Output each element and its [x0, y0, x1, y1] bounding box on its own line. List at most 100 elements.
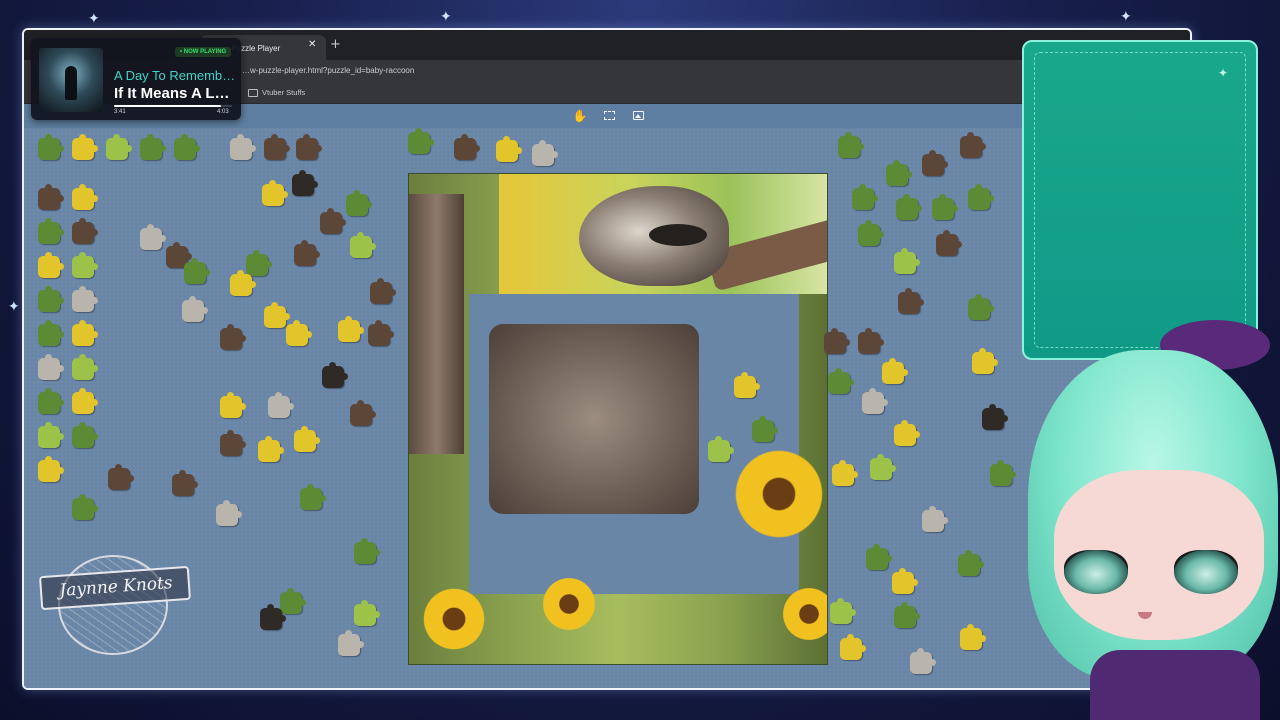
image-icon[interactable] [630, 108, 646, 124]
close-tab-icon[interactable]: ✕ [308, 39, 316, 50]
puzzle-piece[interactable] [106, 134, 132, 160]
puzzle-piece[interactable] [894, 420, 920, 446]
puzzle-piece[interactable] [354, 600, 380, 626]
puzzle-piece[interactable] [852, 184, 878, 210]
puzzle-piece[interactable] [182, 296, 208, 322]
puzzle-piece[interactable] [286, 320, 312, 346]
puzzle-piece[interactable] [830, 598, 856, 624]
puzzle-piece[interactable] [72, 494, 98, 520]
puzzle-piece[interactable] [982, 404, 1008, 430]
puzzle-piece[interactable] [886, 160, 912, 186]
puzzle-piece[interactable] [338, 316, 364, 342]
puzzle-piece[interactable] [280, 588, 306, 614]
puzzle-piece[interactable] [496, 136, 522, 162]
puzzle-piece[interactable] [894, 248, 920, 274]
puzzle-piece[interactable] [216, 500, 242, 526]
puzzle-piece[interactable] [408, 128, 434, 154]
bookmark-vtuber-stuffs[interactable]: Vtuber Stuffs [262, 88, 305, 97]
puzzle-piece[interactable] [230, 134, 256, 160]
puzzle-piece[interactable] [292, 170, 318, 196]
puzzle-piece[interactable] [258, 436, 284, 462]
puzzle-piece[interactable] [72, 320, 98, 346]
puzzle-piece[interactable] [968, 184, 994, 210]
puzzle-piece[interactable] [220, 430, 246, 456]
puzzle-piece[interactable] [990, 460, 1016, 486]
puzzle-piece[interactable] [72, 286, 98, 312]
puzzle-piece[interactable] [972, 348, 998, 374]
puzzle-piece[interactable] [894, 602, 920, 628]
puzzle-piece[interactable] [108, 464, 134, 490]
puzzle-piece[interactable] [368, 320, 394, 346]
puzzle-piece[interactable] [220, 324, 246, 350]
puzzle-piece[interactable] [338, 630, 364, 656]
puzzle-piece[interactable] [320, 208, 346, 234]
puzzle-piece[interactable] [294, 240, 320, 266]
puzzle-piece[interactable] [72, 184, 98, 210]
puzzle-piece[interactable] [184, 258, 210, 284]
puzzle-piece[interactable] [832, 460, 858, 486]
puzzle-piece[interactable] [858, 328, 884, 354]
puzzle-piece[interactable] [38, 422, 64, 448]
puzzle-piece[interactable] [38, 388, 64, 414]
puzzle-piece[interactable] [858, 220, 884, 246]
puzzle-piece[interactable] [38, 184, 64, 210]
puzzle-piece[interactable] [260, 604, 286, 630]
puzzle-piece[interactable] [752, 416, 778, 442]
puzzle-piece[interactable] [896, 194, 922, 220]
puzzle-piece[interactable] [892, 568, 918, 594]
puzzle-piece[interactable] [264, 302, 290, 328]
puzzle-piece[interactable] [960, 132, 986, 158]
puzzle-piece[interactable] [72, 388, 98, 414]
puzzle-piece[interactable] [838, 132, 864, 158]
puzzle-piece[interactable] [268, 392, 294, 418]
puzzle-piece[interactable] [220, 392, 246, 418]
puzzle-piece[interactable] [882, 358, 908, 384]
puzzle-piece[interactable] [350, 400, 376, 426]
puzzle-piece[interactable] [140, 224, 166, 250]
puzzle-piece[interactable] [922, 506, 948, 532]
puzzle-piece[interactable] [140, 134, 166, 160]
puzzle-piece[interactable] [828, 368, 854, 394]
puzzle-piece[interactable] [734, 372, 760, 398]
puzzle-piece[interactable] [532, 140, 558, 166]
puzzle-piece[interactable] [174, 134, 200, 160]
puzzle-piece[interactable] [350, 232, 376, 258]
puzzle-piece[interactable] [354, 538, 380, 564]
puzzle-piece[interactable] [866, 544, 892, 570]
puzzle-piece[interactable] [898, 288, 924, 314]
puzzle-piece[interactable] [72, 422, 98, 448]
puzzle-piece[interactable] [870, 454, 896, 480]
new-tab-button[interactable]: + [330, 37, 341, 52]
puzzle-piece[interactable] [246, 250, 272, 276]
puzzle-piece[interactable] [38, 252, 64, 278]
puzzle-piece[interactable] [230, 270, 256, 296]
puzzle-piece[interactable] [922, 150, 948, 176]
puzzle-piece[interactable] [840, 634, 866, 660]
puzzle-piece[interactable] [968, 294, 994, 320]
puzzle-piece[interactable] [72, 134, 98, 160]
puzzle-piece[interactable] [322, 362, 348, 388]
puzzle-piece[interactable] [300, 484, 326, 510]
puzzle-piece[interactable] [346, 190, 372, 216]
puzzle-piece[interactable] [862, 388, 888, 414]
puzzle-piece[interactable] [72, 354, 98, 380]
puzzle-piece[interactable] [72, 218, 98, 244]
puzzle-piece[interactable] [38, 286, 64, 312]
puzzle-piece[interactable] [932, 194, 958, 220]
puzzle-piece[interactable] [370, 278, 396, 304]
puzzle-piece[interactable] [910, 648, 936, 674]
puzzle-piece[interactable] [296, 134, 322, 160]
puzzle-piece[interactable] [38, 456, 64, 482]
select-icon[interactable] [601, 108, 617, 124]
puzzle-piece[interactable] [824, 328, 850, 354]
puzzle-piece[interactable] [708, 436, 734, 462]
puzzle-piece[interactable] [262, 180, 288, 206]
puzzle-piece[interactable] [454, 134, 480, 160]
puzzle-piece[interactable] [38, 134, 64, 160]
puzzle-piece[interactable] [38, 218, 64, 244]
puzzle-piece[interactable] [38, 354, 64, 380]
puzzle-piece[interactable] [72, 252, 98, 278]
puzzle-piece[interactable] [294, 426, 320, 452]
hand-icon[interactable]: ✋ [572, 108, 588, 124]
puzzle-piece[interactable] [960, 624, 986, 650]
